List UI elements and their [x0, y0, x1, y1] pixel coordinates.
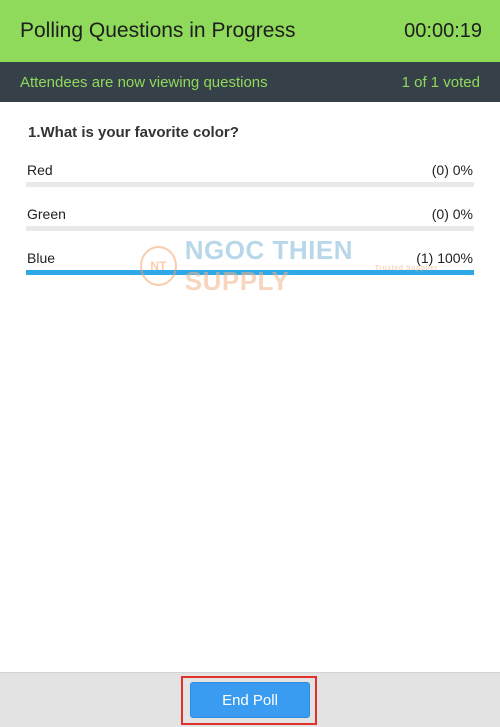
window-title: Polling Questions in Progress [20, 19, 296, 42]
watermark-main: NGOC THIEN [184, 235, 353, 265]
watermark-sub: Trusted Supplier [374, 265, 438, 272]
watermark-text: NGOC THIEN SUPPLY Trusted Supplier [185, 235, 440, 297]
option-result: (0) 0% [431, 162, 473, 178]
poll-timer: 00:00:19 [404, 19, 482, 42]
result-bar-track [26, 226, 474, 231]
end-poll-button[interactable]: End Poll [190, 682, 310, 718]
title-bar: Polling Questions in Progress 00:00:19 [0, 0, 500, 62]
watermark-logo-icon: NT [140, 246, 177, 286]
vote-count: 1 of 1 voted [401, 73, 480, 91]
option-result: (0) 0% [431, 206, 473, 222]
result-bar-track [26, 182, 474, 187]
option-label: Green [27, 206, 66, 222]
status-message: Attendees are now viewing questions [20, 73, 268, 91]
footer-bar: End Poll [0, 672, 500, 727]
watermark-accent: SUPPLY [184, 266, 290, 296]
poll-results-panel: 1.What is your favorite color? Red (0) 0… [0, 102, 500, 672]
watermark: NT NGOC THIEN SUPPLY Trusted Supplier [140, 235, 440, 296]
status-bar: Attendees are now viewing questions 1 of… [0, 62, 500, 102]
poll-question: 1.What is your favorite color? [28, 124, 239, 141]
poll-option-green: Green (0) 0% [26, 206, 474, 231]
poll-option-red: Red (0) 0% [26, 162, 474, 187]
option-label: Blue [27, 250, 56, 266]
option-label: Red [27, 162, 53, 178]
